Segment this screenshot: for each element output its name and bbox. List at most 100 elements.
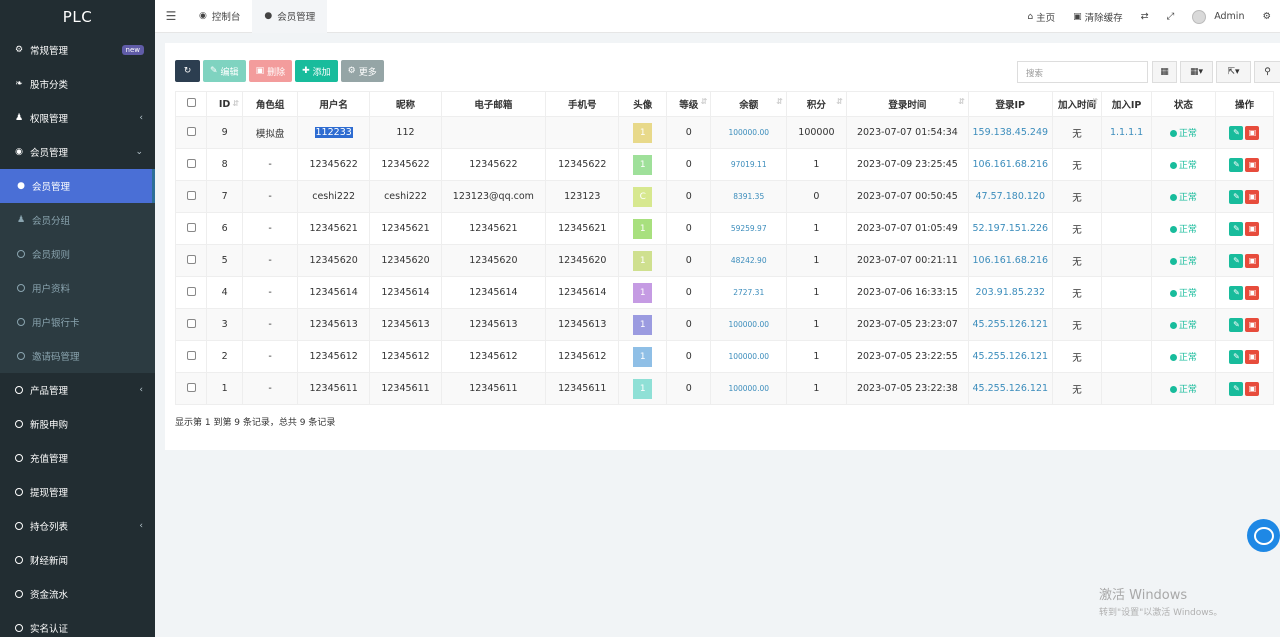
ip-link[interactable]: 159.138.45.249 [973,127,1049,138]
ip-link[interactable]: 45.255.126.121 [973,383,1049,394]
status-badge[interactable]: 正常 [1169,321,1197,331]
status-badge[interactable]: 正常 [1169,193,1197,203]
status-badge[interactable]: 正常 [1169,161,1197,171]
brand-logo[interactable]: PLC [0,0,155,33]
sidebar-item[interactable]: 资金流水 [0,577,155,611]
status-badge[interactable]: 正常 [1169,353,1197,363]
row-checkbox[interactable] [174,276,208,309]
row-checkbox[interactable] [174,340,208,373]
sidebar-item[interactable]: ◉ 会员管理 ⌄ [0,135,155,169]
sidebar-item[interactable]: 用户资料 [0,271,155,305]
more-button[interactable]: ⚙ 更多 [340,60,384,82]
clear-cache-button[interactable]: ▣ 清除缓存 [1064,10,1132,24]
search-input[interactable]: 搜索 [1017,61,1148,83]
sidebar-item[interactable]: ● 会员管理 [0,169,155,203]
delete-button[interactable]: ▣ 删除 [248,60,293,82]
ip-link[interactable]: 203.91.85.232 [976,287,1046,298]
language-icon[interactable]: ⇄ [1132,11,1158,22]
col-level[interactable]: 等级 [666,91,712,117]
table-row[interactable]: 3-12345613 12345613 12345613 12345613 1 0 1000… [174,308,1275,341]
sidebar-item[interactable]: 持仓列表 ‹ [0,509,155,543]
col-id[interactable]: ID [206,91,244,117]
table-row[interactable]: 8-12345622 12345622 12345622 12345622 1 0 9701… [174,148,1275,181]
ip-link[interactable]: 52.197.151.226 [973,223,1049,234]
home-link[interactable]: ⌂ 主页 [1018,10,1064,24]
balance-link[interactable]: 100000.00 [728,352,769,361]
ip-link[interactable]: 47.57.180.120 [976,191,1046,202]
col-balance[interactable]: 余额 [710,91,787,117]
ip-link[interactable]: 106.161.68.216 [973,159,1049,170]
status-badge[interactable]: 正常 [1169,289,1197,299]
edit-row-button[interactable]: ✎ [1229,221,1244,236]
row-checkbox[interactable] [174,180,208,213]
add-button[interactable]: ✚ 添加 [295,60,338,82]
balance-link[interactable]: 48242.90 [731,256,767,265]
edit-row-button[interactable]: ✎ [1229,157,1244,172]
ip-link[interactable]: 106.161.68.216 [973,255,1049,266]
edit-row-button[interactable]: ✎ [1229,381,1244,396]
row-checkbox[interactable] [174,244,208,277]
settings-gear-icon[interactable]: ⚙ [1253,11,1280,22]
table-row[interactable]: 2-12345612 12345612 12345612 12345612 1 0 1000… [174,340,1275,373]
balance-link[interactable]: 97019.11 [731,160,767,169]
ip-link[interactable]: 1.1.1.1 [1110,127,1143,138]
export-dropdown[interactable]: ⇱▾ [1216,61,1251,83]
row-checkbox[interactable] [174,148,208,181]
status-badge[interactable]: 正常 [1169,225,1197,235]
delete-row-button[interactable]: ▣ [1245,349,1260,364]
toggle-view-button[interactable]: ▦ [1152,61,1177,83]
delete-row-button[interactable]: ▣ [1245,381,1260,396]
balance-link[interactable]: 59259.97 [731,224,767,233]
ip-link[interactable]: 45.255.126.121 [973,319,1049,330]
table-row[interactable]: 1-12345611 12345611 12345611 12345611 1 0 1000… [174,372,1275,405]
tab-member-management[interactable]: ● 会员管理 [252,0,328,33]
row-checkbox[interactable] [174,372,208,405]
tab-dashboard[interactable]: ◉ 控制台 [187,0,252,33]
table-row[interactable]: 7- ceshi222 ceshi222 123123@qq.com 123123 C 0 8… [174,180,1275,213]
row-checkbox[interactable] [174,212,208,245]
delete-row-button[interactable]: ▣ [1245,189,1260,204]
delete-row-button[interactable]: ▣ [1245,253,1260,268]
sidebar-item[interactable]: 用户银行卡 [0,305,155,339]
delete-row-button[interactable]: ▣ [1245,317,1260,332]
edit-row-button[interactable]: ✎ [1229,189,1244,204]
sidebar-item[interactable]: 实名认证 [0,611,155,637]
table-row[interactable]: 4-12345614 12345614 12345614 12345614 1 0 2727… [174,276,1275,309]
sidebar-item[interactable]: 产品管理 ‹ [0,373,155,407]
table-row[interactable]: 5-12345620 12345620 12345620 12345620 1 0 4824… [174,244,1275,277]
row-checkbox[interactable] [174,308,208,341]
select-all-checkbox[interactable] [174,91,208,117]
sidebar-item[interactable]: 充值管理 [0,441,155,475]
balance-link[interactable]: 2727.31 [733,288,764,297]
balance-link[interactable]: 8391.35 [733,192,764,201]
sidebar-item[interactable]: 邀请码管理 [0,339,155,373]
user-menu[interactable]: Admin [1183,9,1253,24]
delete-row-button[interactable]: ▣ [1245,157,1260,172]
sidebar-item[interactable]: 新股申购 [0,407,155,441]
balance-link[interactable]: 100000.00 [728,320,769,329]
advanced-search-button[interactable]: ⚲ [1254,61,1280,83]
edit-row-button[interactable]: ✎ [1229,253,1244,268]
sidebar-item[interactable]: ⚙ 常规管理 new [0,33,155,67]
table-row[interactable]: 6-12345621 12345621 12345621 12345621 1 0 5925… [174,212,1275,245]
fullscreen-icon[interactable]: ⤢ [1158,11,1184,22]
sidebar-item[interactable]: 财经新闻 [0,543,155,577]
sidebar-item[interactable]: ♟ 权限管理 ‹ [0,101,155,135]
menu-toggle-icon[interactable]: ☰ [155,9,187,23]
status-badge[interactable]: 正常 [1169,129,1197,139]
delete-row-button[interactable]: ▣ [1245,221,1260,236]
sidebar-item[interactable]: 提现管理 [0,475,155,509]
table-row[interactable]: 9 模拟盘 112233 112 1 0 100000.00 100000 2023-07-07… [174,116,1275,149]
status-badge[interactable]: 正常 [1169,257,1197,267]
sidebar-item[interactable]: ❧ 股市分类 [0,67,155,101]
sidebar-item[interactable]: 会员规则 [0,237,155,271]
columns-dropdown[interactable]: ▦▾ [1180,61,1213,83]
sidebar-item[interactable]: ♟ 会员分组 [0,203,155,237]
ip-link[interactable]: 45.255.126.121 [973,351,1049,362]
status-badge[interactable]: 正常 [1169,385,1197,395]
edit-row-button[interactable]: ✎ [1229,125,1244,140]
balance-link[interactable]: 100000.00 [728,128,769,137]
balance-link[interactable]: 100000.00 [728,384,769,393]
chat-support-icon[interactable] [1247,519,1280,552]
delete-row-button[interactable]: ▣ [1245,125,1260,140]
